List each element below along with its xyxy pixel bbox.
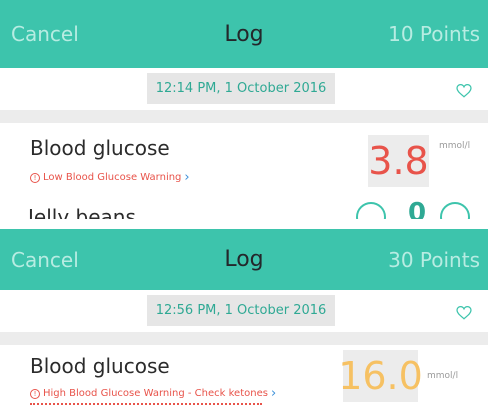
unit-label: mmol/l: [427, 371, 459, 381]
datetime-picker[interactable]: 12:14 PM, 1 October 2016: [147, 73, 335, 104]
heart-icon[interactable]: [456, 84, 472, 98]
info-icon: !: [30, 388, 40, 399]
entry-label: Blood glucose: [30, 354, 170, 378]
entry-label: Jelly beans: [28, 205, 136, 219]
section-divider: [0, 110, 488, 123]
log-screen-1: Cancel Log 10 Points 12:14 PM, 1 October…: [0, 0, 488, 219]
glucose-value[interactable]: 3.8: [368, 135, 429, 187]
glucose-value[interactable]: 16.0: [338, 350, 423, 402]
header-bar: Cancel Log 10 Points: [0, 0, 488, 68]
unit-label: mmol/l: [439, 141, 471, 151]
warning-underline: [30, 403, 262, 405]
points-label: 30 Points: [388, 247, 480, 272]
warning-text: High Blood Glucose Warning - Check keton…: [43, 388, 268, 399]
points-label: 10 Points: [388, 22, 480, 46]
warning-link[interactable]: ! High Blood Glucose Warning - Check ket…: [30, 386, 276, 401]
heart-icon[interactable]: [456, 306, 472, 320]
datetime-picker[interactable]: 12:56 PM, 1 October 2016: [147, 295, 335, 326]
stepper-value: 0: [408, 198, 427, 219]
minus-button[interactable]: [356, 202, 386, 219]
datetime-bar: 12:14 PM, 1 October 2016: [0, 68, 488, 110]
plus-button[interactable]: [440, 202, 470, 219]
section-divider: [0, 332, 488, 345]
warning-text: Low Blood Glucose Warning: [43, 172, 182, 183]
header-bar: Cancel Log 30 Points: [0, 229, 488, 290]
entry-label: Blood glucose: [30, 136, 170, 160]
chevron-right-icon: ›: [184, 170, 190, 185]
datetime-bar: 12:56 PM, 1 October 2016: [0, 290, 488, 332]
warning-link[interactable]: ! Low Blood Glucose Warning ›: [30, 170, 190, 185]
chevron-right-icon: ›: [270, 386, 277, 401]
info-icon: !: [30, 172, 40, 183]
log-screen-2: Cancel Log 30 Points 12:56 PM, 1 October…: [0, 229, 488, 410]
